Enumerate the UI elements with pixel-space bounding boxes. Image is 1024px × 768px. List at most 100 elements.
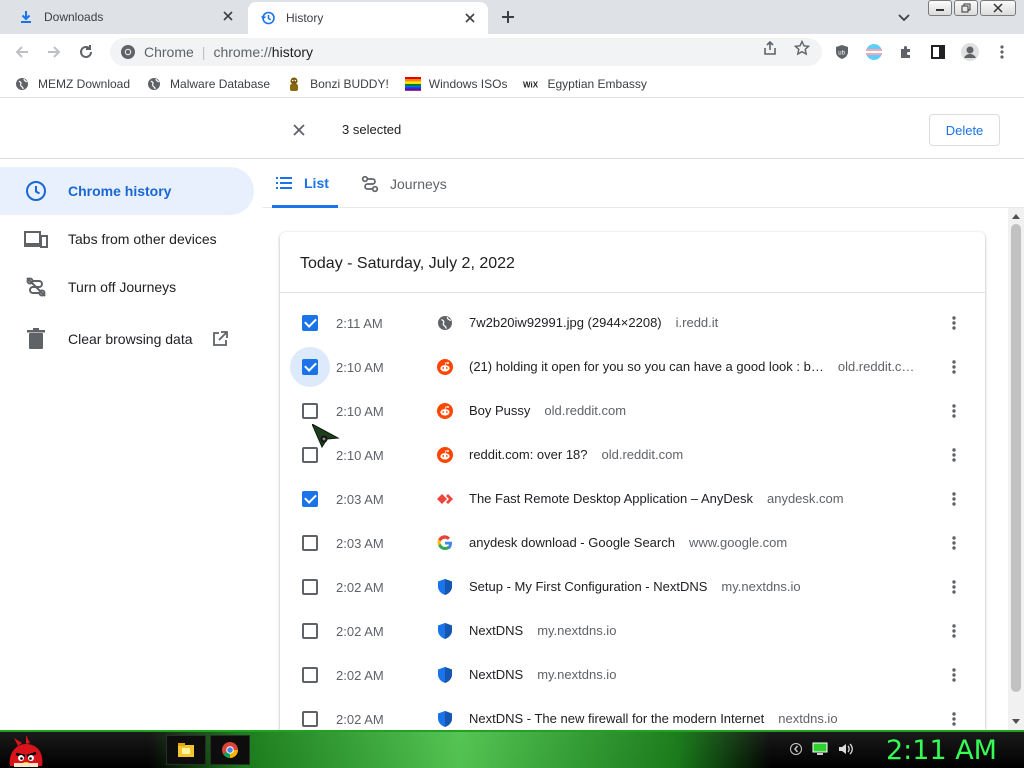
history-entry-link[interactable]: anydesk download - Google Search www.goog… bbox=[469, 535, 934, 550]
more-actions-icon[interactable] bbox=[944, 577, 964, 597]
selection-toolbar: 3 selected Delete bbox=[0, 99, 1024, 159]
visit-time: 2:10 AM bbox=[336, 448, 384, 463]
taskbar-chrome[interactable] bbox=[210, 735, 250, 765]
entry-domain: old.reddit.c… bbox=[837, 359, 915, 374]
taskbar-clock[interactable]: 2:11 AM bbox=[886, 735, 997, 766]
extensions-puzzle-icon[interactable] bbox=[896, 42, 916, 62]
history-entry-link[interactable]: The Fast Remote Desktop Application – An… bbox=[469, 491, 934, 506]
history-entry-link[interactable]: reddit.com: over 18? old.reddit.com bbox=[469, 447, 934, 462]
entry-title: anydesk download - Google Search bbox=[469, 535, 675, 550]
sidebar-item-clear-browsing-data[interactable]: Clear browsing data bbox=[0, 315, 254, 363]
network-icon[interactable] bbox=[812, 742, 828, 761]
window-controls bbox=[928, 0, 1016, 16]
selected-count: 3 selected bbox=[342, 122, 402, 137]
bookmark-windows-isos[interactable]: Windows ISOs bbox=[404, 76, 507, 92]
minimize-button[interactable] bbox=[928, 0, 952, 16]
forward-button[interactable] bbox=[44, 42, 64, 62]
more-actions-icon[interactable] bbox=[944, 313, 964, 333]
share-icon[interactable] bbox=[760, 38, 780, 58]
history-row[interactable]: 2:03 AM The Fast Remote Desktop Applicati… bbox=[280, 477, 985, 521]
row-checkbox[interactable] bbox=[302, 315, 318, 331]
entry-title: NextDNS bbox=[469, 623, 524, 638]
tab-journeys[interactable]: Journeys bbox=[358, 160, 468, 208]
reload-button[interactable] bbox=[76, 42, 96, 62]
delete-button[interactable]: Delete bbox=[929, 114, 1000, 146]
page-scrollbar[interactable] bbox=[1008, 208, 1024, 730]
bookmark-memz[interactable]: MEMZ Download bbox=[14, 76, 130, 92]
history-row[interactable]: 2:02 AM NextDNS my.nextdns.io bbox=[280, 653, 985, 697]
close-tab-icon[interactable] bbox=[462, 10, 478, 26]
side-panel-icon[interactable] bbox=[928, 42, 948, 62]
history-entry-link[interactable]: (21) holding it open for you so you can … bbox=[469, 359, 934, 374]
tray-chevron-icon[interactable] bbox=[790, 742, 802, 761]
more-actions-icon[interactable] bbox=[944, 665, 964, 685]
row-checkbox[interactable] bbox=[302, 667, 318, 683]
history-tabs: List Journeys bbox=[262, 160, 1024, 208]
row-checkbox[interactable] bbox=[302, 491, 318, 507]
reddit-icon bbox=[437, 359, 453, 375]
scroll-up-arrow[interactable] bbox=[1012, 214, 1020, 219]
bookmark-egyptian-embassy[interactable]: WiX Egyptian Embassy bbox=[523, 76, 646, 92]
history-row[interactable]: 2:10 AM (21) holding it open for you so y… bbox=[280, 345, 985, 389]
row-checkbox[interactable] bbox=[302, 403, 318, 419]
row-checkbox[interactable] bbox=[302, 535, 318, 551]
entry-domain: my.nextdns.io bbox=[537, 623, 617, 638]
more-actions-icon[interactable] bbox=[944, 401, 964, 421]
history-entry-link[interactable]: NextDNS my.nextdns.io bbox=[469, 667, 934, 682]
row-checkbox[interactable] bbox=[302, 623, 318, 639]
row-checkbox[interactable] bbox=[302, 447, 318, 463]
new-tab-button[interactable] bbox=[498, 7, 518, 27]
bookmark-star-icon[interactable] bbox=[792, 38, 812, 58]
more-actions-icon[interactable] bbox=[944, 489, 964, 509]
history-entry-link[interactable]: 7w2b20iw92991.jpg (2944×2208) i.redd.it bbox=[469, 315, 934, 330]
profile-avatar[interactable] bbox=[960, 42, 980, 62]
bookmark-bonzi-buddy[interactable]: Bonzi BUDDY! bbox=[286, 76, 389, 92]
address-bar[interactable]: Chrome | chrome://history bbox=[110, 38, 822, 66]
history-row[interactable]: 2:03 AM anydesk download - Google Search w… bbox=[280, 521, 985, 565]
chrome-menu-icon[interactable] bbox=[992, 42, 1012, 62]
history-row[interactable]: 2:02 AM Setup - My First Configuration - … bbox=[280, 565, 985, 609]
back-button[interactable] bbox=[12, 42, 32, 62]
tab-list[interactable]: List bbox=[272, 160, 338, 208]
row-checkbox[interactable] bbox=[302, 359, 318, 375]
start-button[interactable] bbox=[6, 732, 46, 768]
more-actions-icon[interactable] bbox=[944, 357, 964, 377]
close-tab-icon[interactable] bbox=[220, 8, 236, 24]
history-entry-link[interactable]: Setup - My First Configuration - NextDNS… bbox=[469, 579, 934, 594]
pride-extension-icon[interactable] bbox=[864, 42, 884, 62]
history-row[interactable]: 2:10 AM Boy Pussy old.reddit.com bbox=[280, 389, 985, 433]
sidebar-item-chrome-history[interactable]: Chrome history bbox=[0, 167, 254, 215]
tab-downloads[interactable]: Downloads bbox=[0, 0, 246, 34]
url-text: chrome://history bbox=[213, 44, 314, 60]
restore-button[interactable] bbox=[954, 0, 978, 16]
clear-selection-button[interactable] bbox=[290, 121, 308, 139]
wix-icon: WiX bbox=[523, 76, 539, 92]
close-window-button[interactable] bbox=[980, 0, 1016, 16]
site-chip: Chrome bbox=[144, 44, 194, 60]
history-row[interactable]: 2:10 AM reddit.com: over 18? old.reddit.co… bbox=[280, 433, 985, 477]
scroll-down-arrow[interactable] bbox=[1012, 719, 1020, 724]
more-actions-icon[interactable] bbox=[944, 533, 964, 553]
tab-search-icon[interactable] bbox=[895, 9, 913, 27]
bookmark-malware-database[interactable]: Malware Database bbox=[146, 76, 270, 92]
scroll-thumb[interactable] bbox=[1011, 224, 1021, 692]
tab-history[interactable]: History bbox=[248, 2, 488, 34]
ublock-icon[interactable]: ub bbox=[832, 42, 852, 62]
more-actions-icon[interactable] bbox=[944, 709, 964, 729]
history-entry-link[interactable]: NextDNS - The new firewall for the moder… bbox=[469, 711, 934, 726]
sidebar-item-other-devices[interactable]: Tabs from other devices bbox=[0, 215, 254, 263]
row-checkbox[interactable] bbox=[302, 711, 318, 727]
globe-icon bbox=[146, 76, 162, 92]
more-actions-icon[interactable] bbox=[944, 445, 964, 465]
history-row[interactable]: 2:02 AM NextDNS my.nextdns.io bbox=[280, 609, 985, 653]
sidebar-item-turn-off-journeys[interactable]: Turn off Journeys bbox=[0, 263, 254, 311]
history-row[interactable]: 2:11 AM 7w2b20iw92991.jpg (2944×2208) i.re… bbox=[280, 301, 985, 345]
history-entry-link[interactable]: Boy Pussy old.reddit.com bbox=[469, 403, 934, 418]
history-entry-link[interactable]: NextDNS my.nextdns.io bbox=[469, 623, 934, 638]
row-checkbox[interactable] bbox=[302, 579, 318, 595]
more-actions-icon[interactable] bbox=[944, 621, 964, 641]
entry-title: Setup - My First Configuration - NextDNS bbox=[469, 579, 708, 594]
volume-icon[interactable] bbox=[838, 742, 854, 761]
svg-text:WiX: WiX bbox=[523, 80, 539, 89]
taskbar-file-explorer[interactable] bbox=[166, 735, 206, 765]
